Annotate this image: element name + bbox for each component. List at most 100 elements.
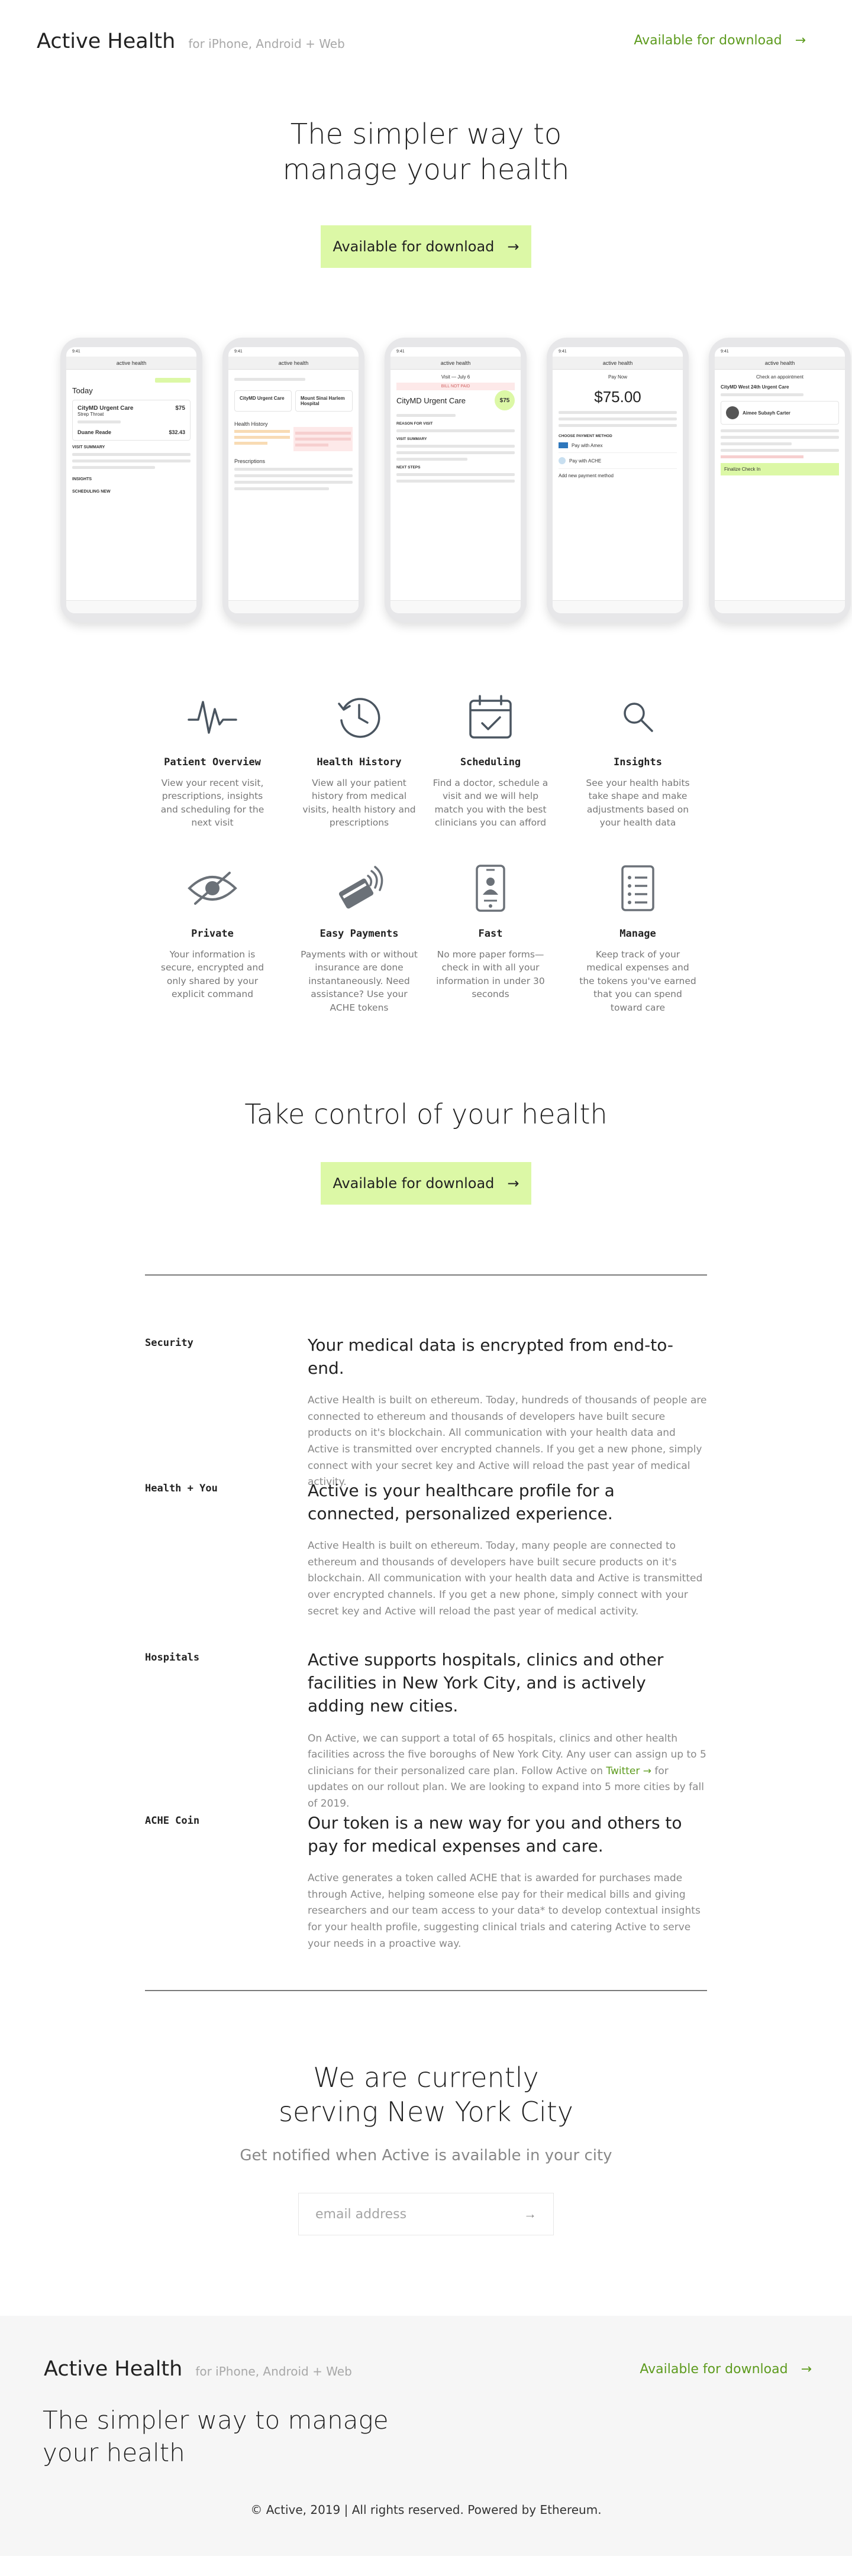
url-bar: active health: [390, 357, 521, 370]
visit-card: CityMD Urgent Care: [234, 390, 292, 412]
browser-toolbar: [390, 600, 521, 613]
finalize-checkin-button[interactable]: Finalize Check In: [721, 463, 839, 475]
feature-title: Fast: [478, 928, 503, 940]
feature-description: Your information is secure, encrypted an…: [160, 949, 264, 1000]
arrow-right-icon: →: [801, 2362, 812, 2377]
phone-mockup-history: 9:41 active health CityMD Urgent Care Mo…: [222, 338, 364, 623]
visit-title: CityMD Urgent Care: [396, 396, 466, 405]
document-list-icon: [611, 862, 664, 915]
feature-insights: Insights See your health habits take sha…: [579, 690, 697, 830]
site-header: Active Health for iPhone, Android + Web …: [0, 0, 852, 92]
feature-description: View your recent visit, prescriptions, i…: [160, 778, 264, 829]
placeholder-line: [396, 480, 515, 483]
take-control-section: Take control of your health Available fo…: [0, 1098, 852, 1205]
placeholder-line: [234, 481, 353, 484]
feature-title: Easy Payments: [320, 928, 399, 940]
info-heading: Active is your healthcare profile for a …: [308, 1481, 615, 1524]
email-submit-button[interactable]: →: [524, 2206, 537, 2222]
brand[interactable]: Active Health for iPhone, Android + Web: [37, 30, 345, 53]
phone-screens-gallery: 9:41 active health Today CityMD Urgent C…: [0, 338, 852, 639]
pay-title: Pay Now: [608, 374, 627, 380]
brand-name[interactable]: Active Health: [44, 2357, 182, 2381]
feature-title: Scheduling: [460, 756, 521, 768]
status-bar: 9:41: [559, 349, 567, 354]
footer-brand[interactable]: Active Health for iPhone, Android + Web: [44, 2357, 352, 2381]
token-icon: [559, 457, 566, 464]
feature-description: Keep track of your medical expenses and …: [579, 949, 696, 1013]
serving-title-text: We are currently serving New York City: [279, 2062, 573, 2128]
calendar-check-icon: [464, 690, 517, 743]
info-body: Active supports hospitals, clinics and o…: [308, 1648, 707, 1812]
checkin-visit: CityMD West 24th Urgent Care: [721, 384, 789, 390]
brand-platforms: for iPhone, Android + Web: [188, 37, 345, 51]
url-bar: active health: [228, 357, 359, 370]
visit-back: Visit — July 6: [441, 374, 470, 380]
feature-description: No more paper forms—check in with all yo…: [436, 949, 545, 1000]
section-label: VISIT SUMMARY: [72, 445, 105, 449]
info-text: Active Health is built on ethereum. Toda…: [308, 1540, 703, 1617]
browser-toolbar: [715, 600, 845, 613]
url-bar: active health: [715, 357, 845, 370]
placeholder-line: [72, 466, 155, 469]
hero-download-button[interactable]: Available for download →: [321, 225, 531, 268]
feature-title: Manage: [619, 928, 656, 940]
info-text: On Active, we can support a total of 65 …: [308, 1731, 707, 1813]
placeholder-line: [721, 449, 839, 452]
checkin-title: Check an appointment: [756, 374, 804, 380]
placeholder-line: [559, 424, 677, 427]
section-label: NEXT STEPS: [396, 465, 421, 470]
brand-name[interactable]: Active Health: [37, 30, 175, 53]
info-text: Active Health is built on ethereum. Toda…: [308, 1394, 707, 1488]
placeholder-line: [721, 436, 839, 439]
info-label: ACHE Coin: [145, 1815, 200, 1827]
control-download-button[interactable]: Available for download →: [321, 1162, 531, 1205]
contactless-card-icon: [333, 862, 386, 915]
info-body: Your medical data is encrypted from end-…: [308, 1334, 707, 1491]
visit-card: Mount Sinai Harlem Hospital: [295, 390, 353, 412]
placeholder-line: [559, 411, 677, 414]
tab-pill: [155, 378, 191, 383]
arrow-right-icon: →: [507, 1175, 519, 1192]
info-body: Active is your healthcare profile for a …: [308, 1479, 707, 1620]
bill-status-badge: BILL NOT PAID: [396, 383, 515, 390]
placeholder-line: [559, 418, 677, 420]
visit-sub: Strep Throat: [78, 412, 104, 417]
feature-description: Find a doctor, schedule a visit and we w…: [433, 778, 548, 829]
section-divider: [145, 1990, 707, 1991]
placeholder-line: [721, 455, 803, 458]
info-heading: Your medical data is encrypted from end-…: [308, 1335, 673, 1378]
feature-title: Health History: [317, 756, 402, 768]
placeholder-line: [396, 473, 515, 476]
browser-toolbar: [228, 600, 359, 613]
placeholder-line: [234, 468, 353, 471]
feature-patient-overview: Patient Overview View your recent visit,…: [153, 690, 272, 830]
placeholder-line: [396, 414, 456, 417]
placeholder-line: [396, 451, 515, 454]
add-payment-method[interactable]: Add new payment method: [559, 469, 677, 483]
url-bar: active health: [66, 357, 196, 370]
serving-title: We are currently serving New York City: [0, 2061, 852, 2129]
placeholder-line: [78, 420, 121, 423]
phone-screen: 9:41 active health CityMD Urgent Care Mo…: [228, 347, 359, 613]
footer-download-link[interactable]: Available for download →: [640, 2362, 812, 2377]
payment-option-ache[interactable]: Pay with ACHE: [559, 453, 677, 469]
payment-option-amex[interactable]: Pay with Amex: [559, 438, 677, 453]
visit-title: CityMD Urgent Care: [78, 405, 134, 412]
phone-screen: 9:41 active health Pay Now $75.00 CHOOSE…: [553, 347, 683, 613]
placeholder-line: [234, 487, 329, 490]
placeholder-line: [721, 393, 803, 396]
serving-subtitle: Get notified when Active is available in…: [240, 2147, 612, 2164]
provider-price: $32.43: [169, 429, 185, 435]
section-label: INSIGHTS: [72, 477, 92, 481]
info-body: Our token is a new way for you and other…: [308, 1811, 707, 1952]
status-bar: 9:41: [234, 349, 243, 354]
twitter-link[interactable]: Twitter →: [606, 1765, 651, 1777]
payment-option-label: Pay with ACHE: [569, 458, 602, 464]
feature-health-history: Health History View all your patient his…: [300, 690, 418, 830]
header-download-link[interactable]: Available for download →: [634, 33, 806, 48]
placeholder-line: [72, 453, 191, 456]
visit-card: CityMD Urgent Care $75 Strep Throat Duan…: [72, 400, 191, 441]
email-input[interactable]: [315, 2206, 524, 2222]
feature-manage: Manage Keep track of your medical expens…: [579, 862, 697, 1014]
feature-fast: Fast No more paper forms—check in with a…: [431, 862, 550, 1001]
